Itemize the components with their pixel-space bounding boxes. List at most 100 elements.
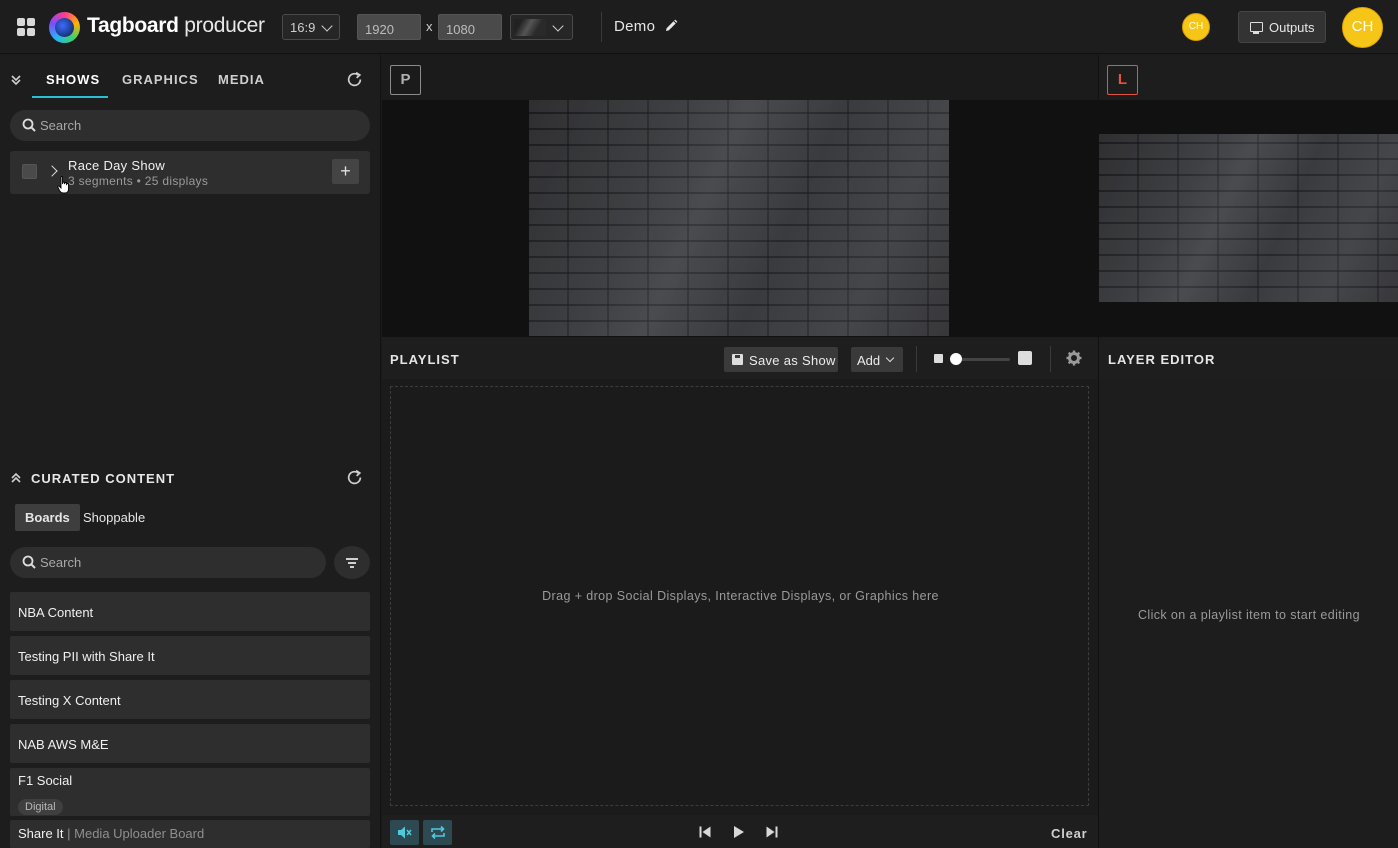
background-select[interactable] bbox=[510, 14, 573, 40]
board-item[interactable]: Testing X Content bbox=[10, 680, 370, 719]
show-checkbox[interactable] bbox=[22, 164, 37, 179]
hand-cursor-icon bbox=[57, 176, 69, 194]
playlist-title: PLAYLIST bbox=[390, 352, 460, 367]
filter-button[interactable] bbox=[334, 546, 370, 579]
board-name: Testing X Content bbox=[18, 693, 121, 708]
live-background-image bbox=[1099, 134, 1398, 302]
gear-icon[interactable] bbox=[1066, 350, 1082, 366]
search-placeholder: Search bbox=[40, 118, 82, 133]
skip-previous-icon[interactable] bbox=[699, 826, 711, 838]
divider bbox=[601, 12, 602, 42]
refresh-icon[interactable] bbox=[346, 71, 363, 88]
height-input[interactable] bbox=[438, 14, 502, 40]
right-panel: L LAYER EDITOR Click on a playlist item … bbox=[1098, 55, 1398, 848]
save-as-show-label: Save as Show bbox=[749, 353, 836, 368]
board-name: NBA Content bbox=[18, 605, 94, 620]
preview-badge[interactable]: P bbox=[390, 65, 421, 95]
image-small-icon bbox=[934, 354, 943, 363]
brand-title: Tagboard producer bbox=[87, 14, 265, 37]
board-item[interactable]: Testing PII with Share It bbox=[10, 636, 370, 675]
board-item[interactable]: NBA Content bbox=[10, 592, 370, 631]
preview-canvas bbox=[382, 100, 1098, 336]
show-name: Demo bbox=[614, 18, 656, 35]
aspect-ratio-value: 16:9 bbox=[290, 20, 316, 35]
board-item[interactable]: Share It | Media Uploader Board bbox=[10, 820, 370, 848]
refresh-icon[interactable] bbox=[346, 469, 363, 486]
filter-icon-line bbox=[348, 562, 356, 564]
filter-icon-line bbox=[350, 566, 354, 568]
save-as-show-button[interactable]: Save as Show bbox=[724, 347, 838, 372]
chevron-right-icon[interactable] bbox=[46, 165, 58, 177]
playlist-dropzone[interactable]: Drag + drop Social Displays, Interactive… bbox=[390, 386, 1089, 806]
curated-content-title: CURATED CONTENT bbox=[31, 471, 176, 486]
board-item[interactable]: NAB AWS M&E bbox=[10, 724, 370, 763]
clear-button[interactable]: Clear bbox=[1051, 826, 1088, 841]
add-to-playlist-button[interactable]: + bbox=[332, 159, 359, 184]
dimension-separator: x bbox=[426, 19, 433, 34]
live-canvas bbox=[1099, 100, 1398, 336]
layer-editor-header: LAYER EDITOR bbox=[1099, 336, 1398, 379]
preview-background-image bbox=[529, 100, 949, 336]
tab-graphics[interactable]: GRAPHICS bbox=[122, 72, 199, 87]
volume-muted-icon bbox=[398, 826, 412, 839]
chevron-down-icon bbox=[552, 20, 564, 32]
layer-editor-hint: Click on a playlist item to start editin… bbox=[1137, 608, 1361, 622]
thumbnail-size-slider[interactable] bbox=[956, 358, 1010, 361]
repeat-icon bbox=[431, 825, 445, 840]
search-placeholder: Search bbox=[40, 555, 82, 570]
tagboard-logo bbox=[49, 12, 80, 43]
play-icon[interactable] bbox=[733, 825, 745, 839]
search-icon bbox=[22, 555, 36, 569]
tab-shoppable[interactable]: Shoppable bbox=[73, 504, 155, 531]
live-badge[interactable]: L bbox=[1107, 65, 1138, 95]
tab-boards[interactable]: Boards bbox=[15, 504, 80, 531]
chevron-down-icon bbox=[321, 20, 333, 32]
top-bar: Tagboard producer 16:9 x Demo CH Outputs… bbox=[0, 0, 1398, 54]
apps-grid-icon[interactable] bbox=[17, 18, 35, 36]
board-item[interactable]: F1 Social Digital bbox=[10, 768, 370, 816]
double-chevron-up-icon[interactable] bbox=[10, 472, 22, 484]
tab-shows[interactable]: SHOWS bbox=[46, 72, 100, 87]
divider bbox=[1050, 346, 1051, 372]
chevron-down-icon bbox=[885, 353, 895, 363]
outputs-label: Outputs bbox=[1269, 20, 1315, 35]
board-name: Testing PII with Share It bbox=[18, 649, 155, 664]
center-panel: P PLAYLIST Save as Show Add Drag + drop … bbox=[382, 55, 1098, 848]
layer-editor-title: LAYER EDITOR bbox=[1108, 352, 1216, 367]
slider-thumb[interactable] bbox=[950, 353, 962, 365]
add-button[interactable]: Add bbox=[851, 347, 903, 372]
pencil-icon[interactable] bbox=[664, 19, 678, 33]
playlist-toolbar: PLAYLIST Save as Show Add bbox=[382, 336, 1098, 379]
add-label: Add bbox=[857, 353, 881, 368]
board-name: F1 Social bbox=[18, 773, 73, 788]
search-icon bbox=[22, 118, 36, 132]
monitor-icon bbox=[1250, 22, 1263, 34]
board-subtitle: | Media Uploader Board bbox=[67, 826, 205, 841]
transport-bar: Clear bbox=[382, 815, 1098, 848]
divider bbox=[916, 346, 917, 372]
show-meta: 3 segments • 25 displays bbox=[68, 174, 209, 188]
show-title: Race Day Show bbox=[68, 158, 166, 173]
double-chevron-down-icon[interactable] bbox=[10, 74, 22, 86]
dropzone-hint: Drag + drop Social Displays, Interactive… bbox=[542, 589, 939, 603]
outputs-button[interactable]: Outputs bbox=[1238, 11, 1326, 43]
width-input[interactable] bbox=[357, 14, 421, 40]
loop-button[interactable] bbox=[423, 820, 452, 845]
aspect-ratio-select[interactable]: 16:9 bbox=[282, 14, 340, 40]
board-name: NAB AWS M&E bbox=[18, 737, 109, 752]
left-panel: SHOWS GRAPHICS MEDIA Search Race Day Sho… bbox=[0, 55, 381, 848]
save-icon bbox=[732, 354, 743, 365]
active-tab-indicator bbox=[32, 96, 108, 98]
board-name-row: Share It | Media Uploader Board bbox=[18, 826, 204, 841]
user-avatar[interactable]: CH bbox=[1342, 7, 1383, 48]
shows-search[interactable]: Search bbox=[10, 110, 370, 141]
filter-icon bbox=[346, 558, 358, 560]
background-thumbnail bbox=[514, 19, 546, 36]
tab-media[interactable]: MEDIA bbox=[218, 72, 265, 87]
boards-search[interactable]: Search bbox=[10, 547, 326, 578]
user-avatar-small[interactable]: CH bbox=[1182, 13, 1210, 41]
board-name: Share It bbox=[18, 826, 64, 841]
image-large-icon bbox=[1018, 351, 1032, 365]
mute-button[interactable] bbox=[390, 820, 419, 845]
skip-next-icon[interactable] bbox=[766, 826, 778, 838]
